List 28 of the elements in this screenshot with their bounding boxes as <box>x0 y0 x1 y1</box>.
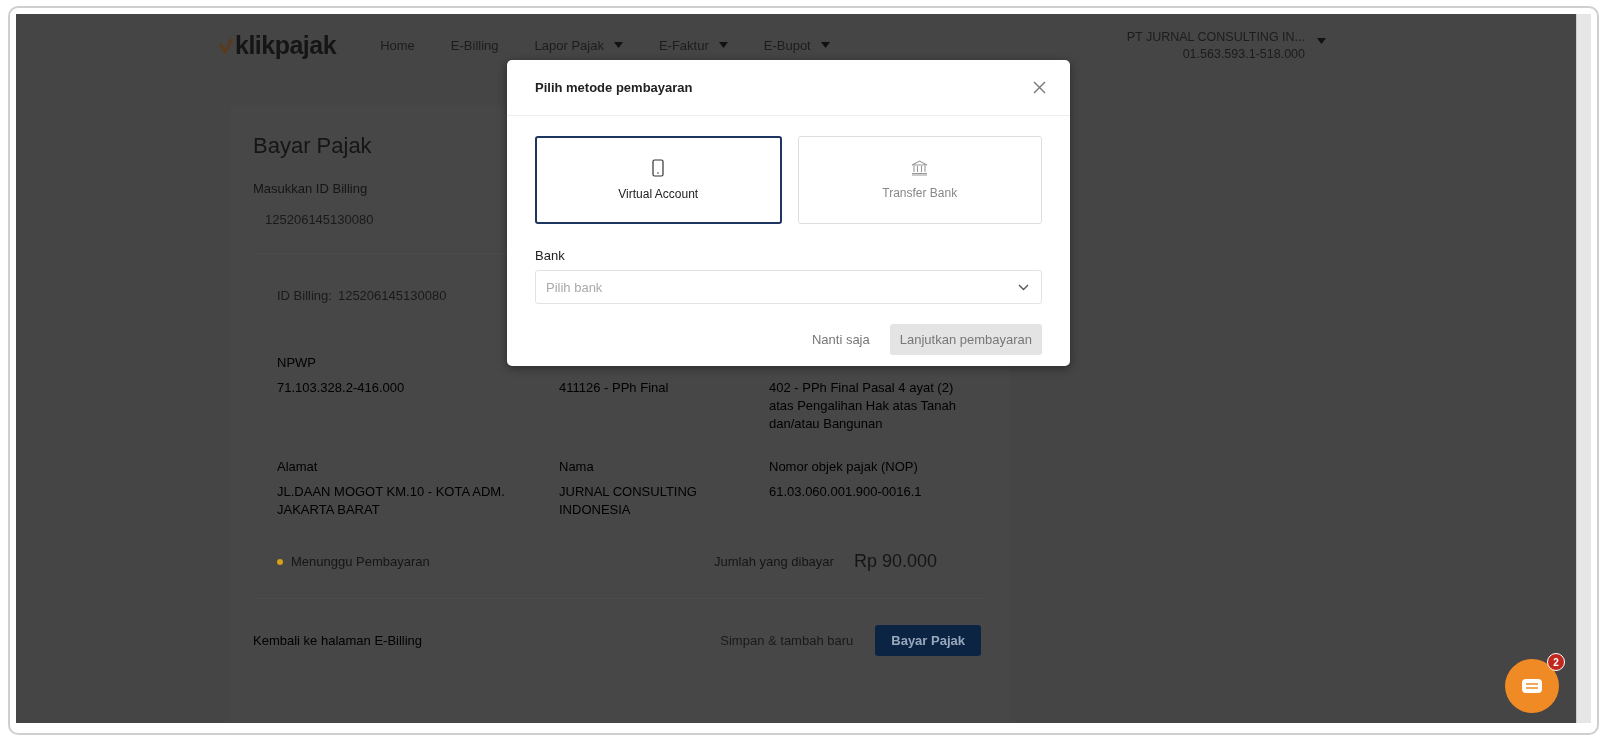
dialog-title: Pilih metode pembayaran <box>535 80 693 95</box>
field-label: Alamat <box>277 459 319 475</box>
field-value: JL.DAAN MOGOT KM.10 - KOTA ADM. JAKARTA BARAT <box>277 483 506 519</box>
field-value: JURNAL CONSULTING INDONESIA <box>559 483 698 519</box>
bank-select[interactable]: Pilih bank <box>535 270 1042 304</box>
field-value: 402 - PPh Final Pasal 4 ayat (2) atas Pengalihan Hak atas Tanah dan/atau Bangunan <box>769 379 957 433</box>
field-label: Nama <box>559 459 595 475</box>
field-value: 411126 - PPh Final <box>559 379 670 397</box>
check-mark-icon <box>219 37 233 54</box>
caret-icon <box>718 42 728 48</box>
pay-button[interactable]: Bayar Pajak <box>875 625 981 656</box>
field-value: 71.103.328.2-416.000 <box>277 379 406 397</box>
field-label: Bank <box>535 248 566 263</box>
bank-icon <box>911 160 929 176</box>
chat-icon <box>1521 678 1543 694</box>
close-icon[interactable] <box>1033 81 1046 94</box>
field-value: 61.03.060.001.900-0016.1 <box>769 483 923 501</box>
field-label: NPWP <box>277 355 317 371</box>
payment-method-option[interactable]: Virtual Account <box>535 136 782 224</box>
back-link[interactable]: Kembali ke halaman E-Billing <box>253 633 423 648</box>
scrollbar[interactable] <box>1576 14 1591 723</box>
field-label: Nomor objek pajak (NOP) <box>769 459 919 475</box>
caret-icon <box>613 42 623 48</box>
phone-icon <box>652 159 665 177</box>
chevron-down-icon <box>1018 283 1029 291</box>
payment-method-option[interactable]: Transfer Bank <box>797 136 1042 224</box>
cancel-button[interactable]: Nanti saja <box>807 326 874 353</box>
caret-icon <box>820 42 830 48</box>
